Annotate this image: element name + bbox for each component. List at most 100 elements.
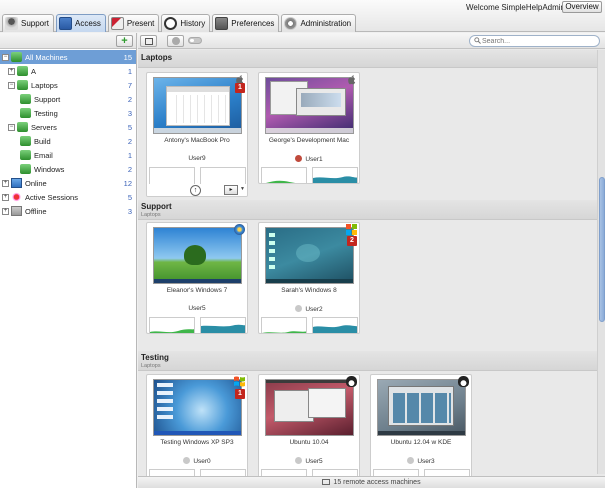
active-sessions-icon [11, 192, 22, 202]
group-title: Support [141, 202, 172, 211]
tab-access[interactable]: Access [56, 14, 106, 32]
network-group-icon [20, 164, 31, 174]
notification-badge: 2 [347, 236, 357, 246]
machine-card[interactable]: Ubuntu 12.04 w KDE User3 [370, 374, 472, 484]
tree-item-offline[interactable]: + Offline 3 [0, 204, 136, 218]
machine-screen-thumbnail[interactable] [153, 227, 242, 284]
status-bar: 15 remote access machines [138, 476, 605, 488]
user-avatar-icon [295, 305, 303, 312]
network-group-icon [17, 80, 28, 90]
machine-screen-thumbnail[interactable] [265, 379, 354, 436]
tab-present[interactable]: Present [107, 14, 160, 32]
machine-card[interactable]: 1 Testing Windows XP SP3 User0 [146, 374, 248, 484]
group-header-testing: Testing Laptops [138, 351, 598, 371]
main-tabs: Support Access Present History Preferenc… [2, 14, 357, 32]
collapse-toggle-icon[interactable]: − [2, 53, 9, 61]
network-graph [200, 317, 246, 333]
taskbar [266, 279, 353, 283]
machine-name: George's Development Mac [268, 137, 350, 144]
machine-card[interactable]: George's Development Mac User1 [258, 72, 360, 184]
network-group-icon [20, 94, 31, 104]
tab-history[interactable]: History [161, 14, 211, 32]
machine-name: Eleanor's Windows 7 [166, 287, 228, 294]
cpu-graph [261, 317, 307, 333]
tree-item-laptops[interactable]: − Laptops 7 [0, 78, 136, 92]
network-group-icon [20, 150, 31, 160]
machine-card[interactable]: Ubuntu 10.04 User5 [258, 374, 360, 484]
machine-user: User5 [259, 457, 359, 465]
view-mode-button[interactable] [140, 35, 157, 47]
group-subtitle: Laptops [141, 212, 161, 218]
machine-card[interactable]: 2 Sarah's Windows 8 User2 [258, 222, 360, 334]
tree-item-a[interactable]: + A 1 [0, 64, 136, 78]
notification-badge: 1 [235, 389, 245, 399]
upload-arrow-icon[interactable]: ↑ [190, 185, 201, 196]
search-input[interactable] [469, 35, 600, 47]
info-icon [172, 37, 180, 45]
chevron-down-icon[interactable]: ▼ [240, 186, 245, 192]
windows-xp-os-icon [234, 376, 245, 387]
cpu-graph [149, 317, 195, 333]
tree-item-servers[interactable]: − Servers 5 [0, 120, 136, 134]
machines-toolbar [138, 33, 605, 49]
tree-item-support[interactable]: Support 2 [0, 92, 136, 106]
tree-item-all-machines[interactable]: − All Machines 15 [0, 50, 136, 64]
top-bar: Support Access Present History Preferenc… [0, 0, 605, 32]
group-header-support: Support Laptops [138, 200, 598, 220]
linux-tux-icon [346, 376, 357, 387]
linux-tux-icon [458, 376, 469, 387]
notification-badge: 1 [235, 83, 245, 93]
connect-monitor-button[interactable]: ▸ [224, 185, 238, 195]
tree-item-windows[interactable]: Windows 2 [0, 162, 136, 176]
present-projector-icon [110, 17, 124, 30]
machine-card[interactable]: 1 Antony's MacBook Pro User9 ↑ ▸ ▼ [146, 72, 248, 197]
expand-toggle-icon[interactable]: + [2, 207, 9, 215]
tab-support[interactable]: Support [2, 14, 55, 32]
preferences-screen-icon [215, 17, 229, 30]
sidebar-toolbar: + [0, 33, 136, 49]
windows-8-os-icon [346, 224, 357, 235]
expand-toggle-icon[interactable]: + [2, 193, 9, 201]
machine-tree-sidebar: + − All Machines 15 + A 1 − Laptops 7 Su… [0, 33, 137, 488]
tab-preferences[interactable]: Preferences [212, 14, 280, 32]
machine-screen-thumbnail[interactable] [377, 379, 466, 436]
overview-button[interactable]: Overview [562, 1, 602, 13]
app-window [308, 388, 346, 418]
scrollbar-thumb[interactable] [599, 177, 605, 322]
machines-panel: Laptops Support Laptops Testing Laptops … [138, 33, 605, 488]
add-group-button[interactable]: + [116, 35, 133, 47]
info-button[interactable] [167, 35, 184, 47]
machine-card[interactable]: Eleanor's Windows 7 User5 [146, 222, 248, 334]
online-filter-toggle[interactable] [188, 37, 202, 44]
tree-item-testing[interactable]: Testing 3 [0, 106, 136, 120]
machine-screen-thumbnail[interactable] [265, 227, 354, 284]
windows-7-os-icon [234, 224, 245, 235]
machine-user: User5 [188, 305, 206, 312]
group-title: Laptops [141, 53, 173, 62]
network-graph [312, 317, 358, 333]
network-group-icon [17, 122, 28, 132]
welcome-user-menu[interactable]: Welcome SimpleHelpAdmin▼ [466, 3, 573, 12]
tree-item-build[interactable]: Build 2 [0, 134, 136, 148]
machine-user: User1 [259, 155, 359, 163]
online-monitor-icon [11, 178, 22, 188]
dock [266, 128, 353, 133]
administration-gear-icon [284, 17, 298, 30]
machine-name: Sarah's Windows 8 [281, 287, 337, 294]
tree-item-email[interactable]: Email 1 [0, 148, 136, 162]
machine-screen-thumbnail[interactable] [153, 379, 242, 436]
calendar-window [166, 86, 230, 126]
group-header-laptops: Laptops [138, 50, 598, 68]
apple-os-icon [348, 75, 356, 85]
collapse-toggle-icon[interactable]: − [8, 123, 15, 131]
machine-screen-thumbnail[interactable] [153, 77, 242, 134]
expand-toggle-icon[interactable]: + [8, 67, 15, 75]
machine-screen-thumbnail[interactable] [265, 77, 354, 134]
collapse-toggle-icon[interactable]: − [8, 81, 15, 89]
tree-item-online[interactable]: + Online 12 [0, 176, 136, 190]
machines-scrollbar[interactable] [597, 50, 605, 474]
expand-toggle-icon[interactable]: + [2, 179, 9, 187]
plus-icon: + [121, 35, 128, 47]
tab-administration[interactable]: Administration [281, 14, 357, 32]
tree-item-active-sessions[interactable]: + Active Sessions 5 [0, 190, 136, 204]
